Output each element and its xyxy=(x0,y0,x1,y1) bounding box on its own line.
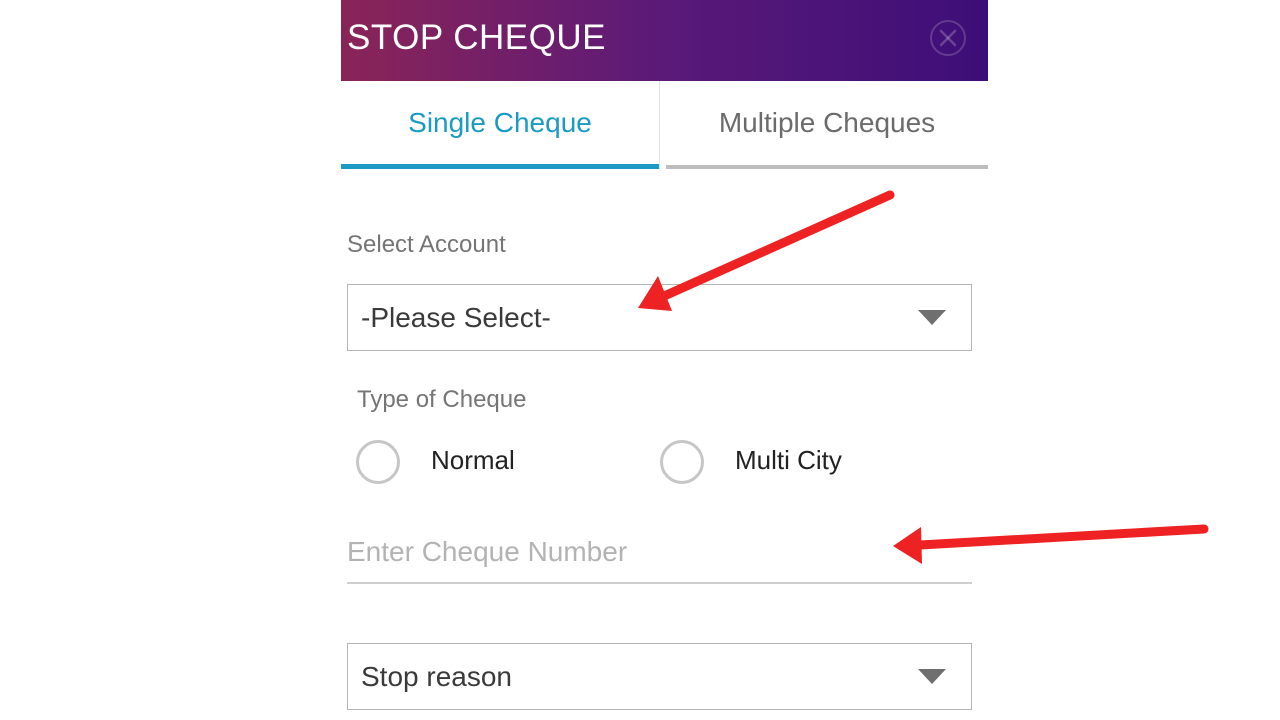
radio-multi-city-label[interactable]: Multi City xyxy=(735,445,842,476)
cheque-number-input[interactable] xyxy=(347,522,972,584)
radio-multi-city[interactable] xyxy=(660,440,704,484)
account-select-value: -Please Select- xyxy=(361,302,551,333)
stop-cheque-dialog: STOP CHEQUE Single Cheque Multiple Chequ… xyxy=(341,0,988,720)
dialog-title: STOP CHEQUE xyxy=(347,18,606,57)
dropdown-arrow-icon xyxy=(918,310,946,325)
account-select[interactable]: -Please Select- xyxy=(347,284,972,351)
close-button[interactable] xyxy=(930,20,966,56)
dropdown-arrow-icon xyxy=(918,669,946,684)
radio-normal[interactable] xyxy=(356,440,400,484)
select-account-label: Select Account xyxy=(347,231,506,258)
close-icon xyxy=(939,29,957,47)
screen: STOP CHEQUE Single Cheque Multiple Chequ… xyxy=(0,0,1280,720)
tab-divider xyxy=(659,81,660,169)
dialog-header: STOP CHEQUE xyxy=(341,0,988,81)
tab-single-cheque[interactable]: Single Cheque xyxy=(341,81,659,169)
stop-reason-value: Stop reason xyxy=(361,661,512,692)
stop-reason-select[interactable]: Stop reason xyxy=(347,643,972,710)
radio-normal-label[interactable]: Normal xyxy=(431,445,515,476)
tab-multiple-cheques[interactable]: Multiple Cheques xyxy=(666,81,988,169)
type-of-cheque-label: Type of Cheque xyxy=(357,386,527,413)
